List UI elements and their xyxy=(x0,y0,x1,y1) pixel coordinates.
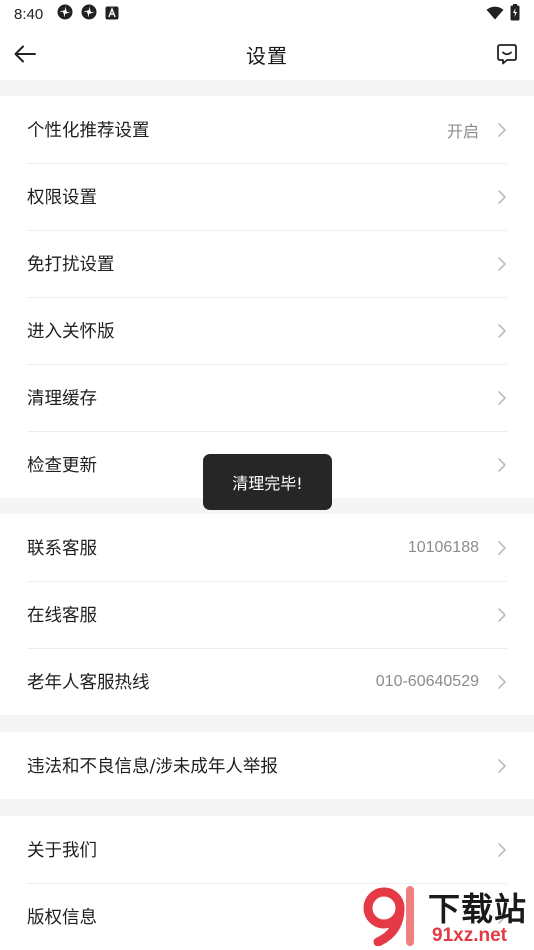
toast-message: 清理完毕! xyxy=(203,454,332,510)
chevron-right-icon xyxy=(497,457,507,473)
row-label: 个性化推荐设置 xyxy=(27,121,150,141)
row-label: 清理缓存 xyxy=(27,389,97,409)
row-clear-cache[interactable]: 清理缓存 xyxy=(0,364,534,431)
watermark-logo-icon xyxy=(363,886,414,946)
settings-group-support: 联系客服 10106188 在线客服 老年人客服热线 010-60640529 xyxy=(0,514,534,715)
chevron-right-icon xyxy=(497,607,507,623)
row-label: 在线客服 xyxy=(27,606,97,626)
chevron-right-icon xyxy=(497,256,507,272)
wifi-icon xyxy=(486,5,504,24)
status-bar: 8:40 xyxy=(0,0,534,28)
message-icon xyxy=(497,44,517,65)
row-personalized-recommendation[interactable]: 个性化推荐设置 开启 xyxy=(0,96,534,163)
pinwheel-icon xyxy=(81,4,97,24)
watermark-title: 下载站 xyxy=(428,890,528,928)
watermark-domain: 91xz.net xyxy=(432,925,507,946)
status-notification-icons xyxy=(57,4,119,24)
row-permission-settings[interactable]: 权限设置 xyxy=(0,163,534,230)
watermark: 下载站 91xz.net xyxy=(362,880,534,950)
chevron-right-icon xyxy=(497,323,507,339)
row-value: 10106188 xyxy=(407,538,479,556)
row-contact-service[interactable]: 联系客服 10106188 xyxy=(0,514,534,581)
chevron-right-icon xyxy=(497,674,507,690)
battery-icon xyxy=(510,3,520,25)
row-online-service[interactable]: 在线客服 xyxy=(0,581,534,648)
row-do-not-disturb[interactable]: 免打扰设置 xyxy=(0,230,534,297)
settings-group-general: 个性化推荐设置 开启 权限设置 免打扰设置 进入关怀版 清理缓存 检查更新 xyxy=(0,96,534,498)
row-label: 进入关怀版 xyxy=(27,322,115,342)
status-time: 8:40 xyxy=(14,5,44,23)
chevron-right-icon xyxy=(497,189,507,205)
a-badge-icon xyxy=(105,5,119,24)
status-system-icons xyxy=(486,3,520,25)
chevron-right-icon xyxy=(497,122,507,138)
app-header: 设置 xyxy=(0,28,534,80)
pinwheel-icon xyxy=(57,4,73,24)
chevron-right-icon xyxy=(497,842,507,858)
settings-group-report: 违法和不良信息/涉未成年人举报 xyxy=(0,732,534,799)
row-illegal-info-report[interactable]: 违法和不良信息/涉未成年人举报 xyxy=(0,732,534,799)
row-elderly-hotline[interactable]: 老年人客服热线 010-60640529 xyxy=(0,648,534,715)
row-label: 免打扰设置 xyxy=(27,255,115,275)
row-value: 开启 xyxy=(446,123,479,141)
row-value: 010-60640529 xyxy=(375,672,479,690)
settings-screen: 8:40 设置 个性化推荐设置 开启 权限设置 免打扰设置 进入关怀版 清理缓存… xyxy=(0,0,534,950)
row-about-us[interactable]: 关于我们 xyxy=(0,816,534,883)
row-care-mode[interactable]: 进入关怀版 xyxy=(0,297,534,364)
page-title: 设置 xyxy=(246,43,288,68)
chevron-right-icon xyxy=(497,540,507,556)
row-label: 老年人客服热线 xyxy=(27,673,150,693)
row-label: 权限设置 xyxy=(27,188,97,208)
toast-text: 清理完毕! xyxy=(232,474,303,493)
feedback-button[interactable] xyxy=(494,40,520,68)
chevron-right-icon xyxy=(497,758,507,774)
row-label: 关于我们 xyxy=(27,841,97,861)
row-label: 版权信息 xyxy=(27,908,97,928)
back-button[interactable] xyxy=(10,40,40,68)
chevron-right-icon xyxy=(497,390,507,406)
row-label: 违法和不良信息/涉未成年人举报 xyxy=(27,757,278,777)
row-label: 检查更新 xyxy=(27,456,97,476)
arrow-left-icon xyxy=(14,45,36,63)
row-label: 联系客服 xyxy=(27,539,97,559)
